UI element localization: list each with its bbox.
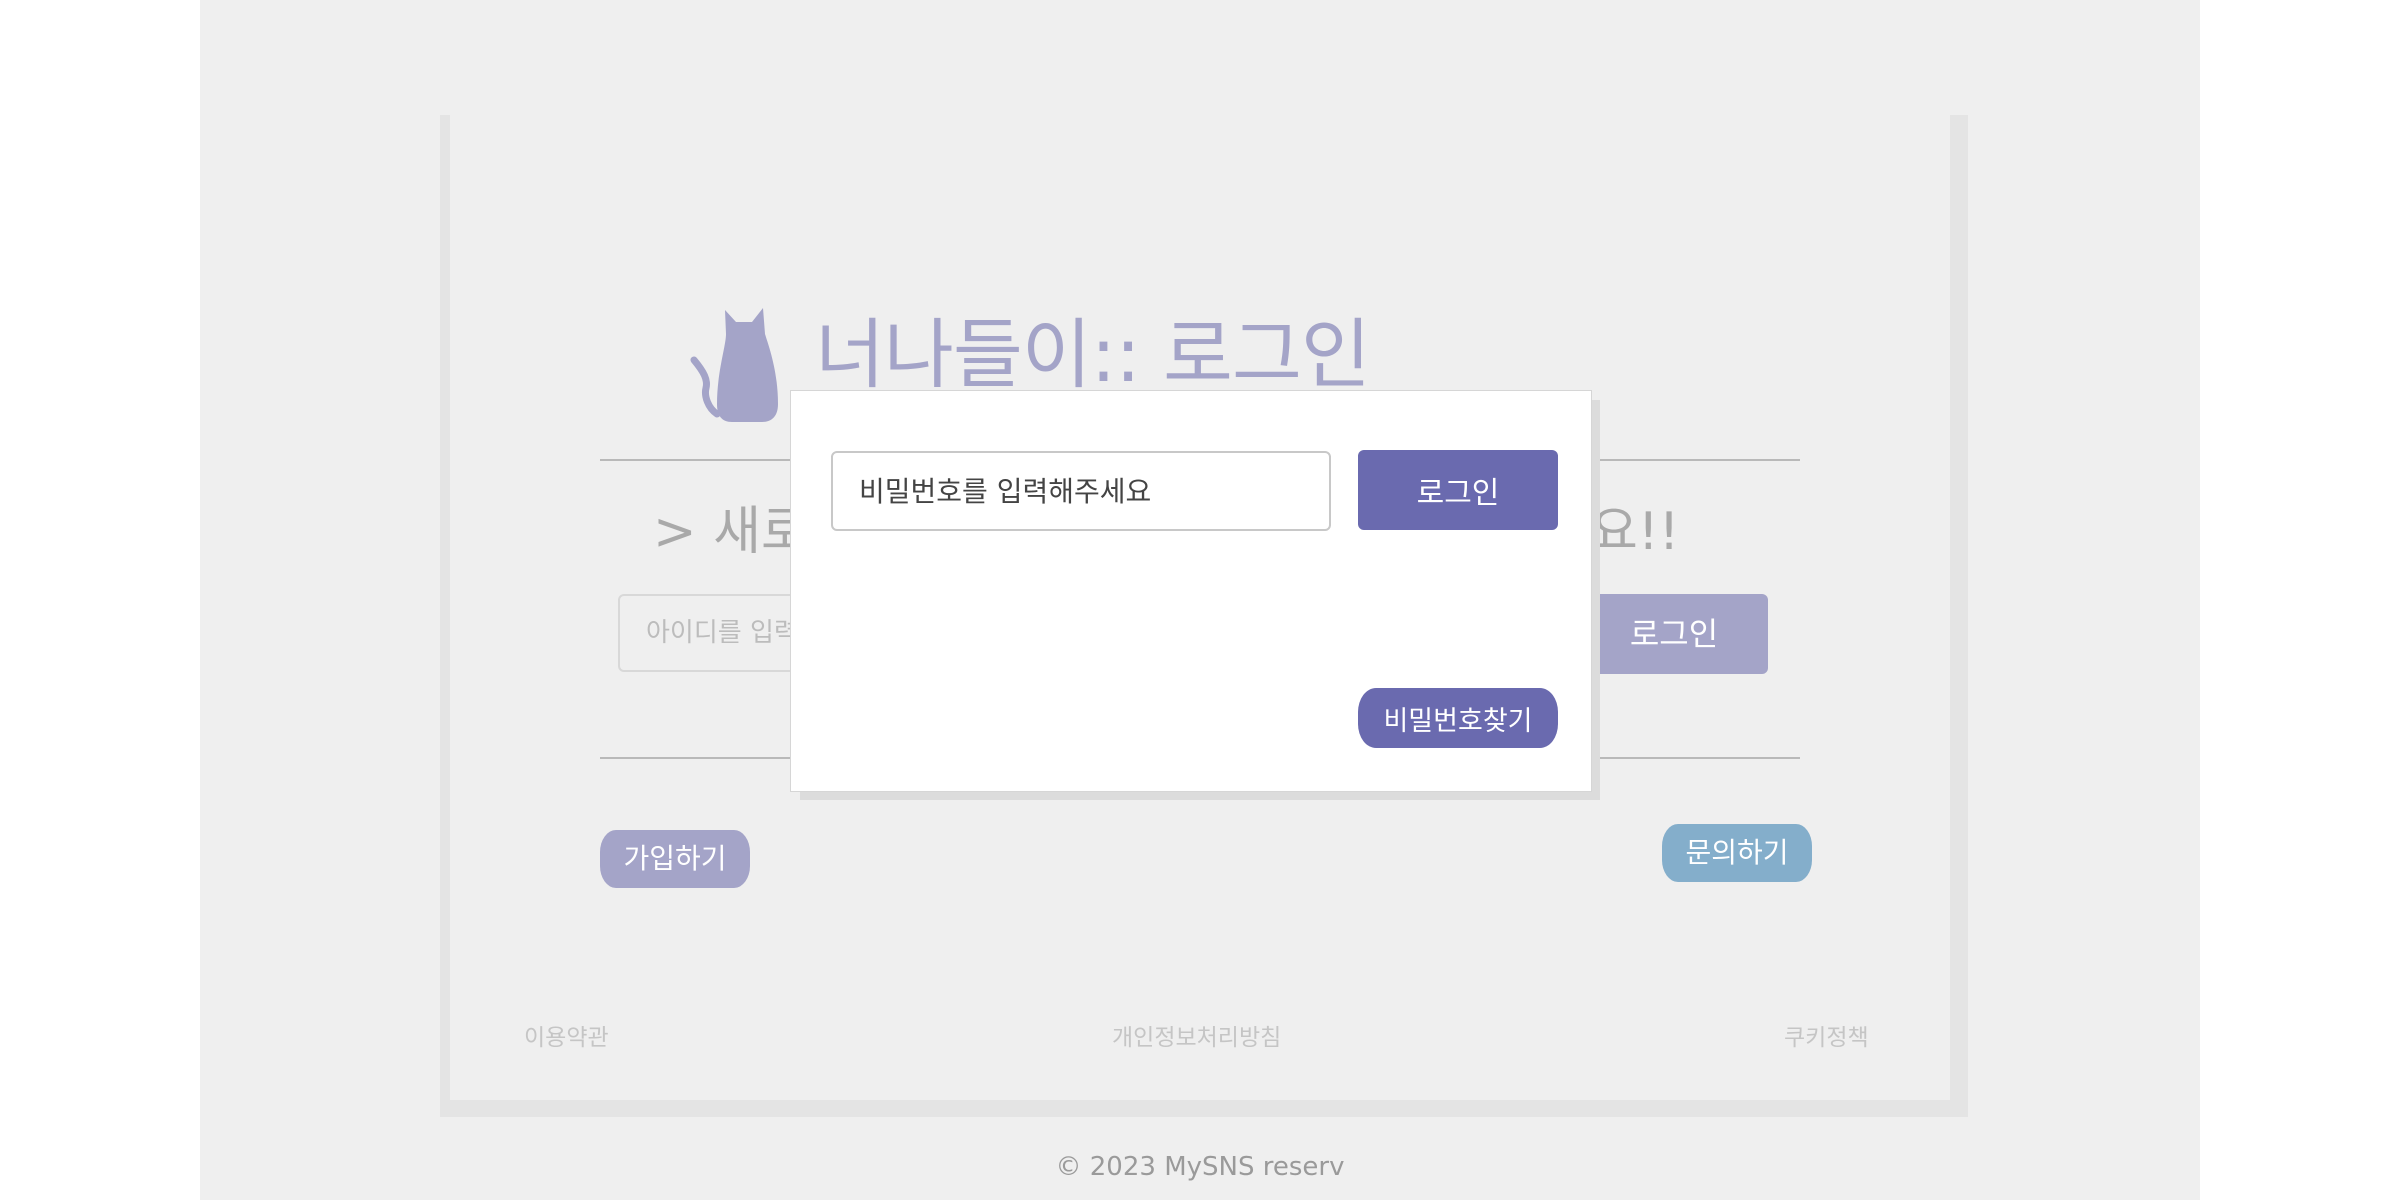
modal-login-button[interactable]: 로그인	[1358, 450, 1558, 530]
inquiry-button[interactable]: 문의하기	[1662, 824, 1812, 882]
password-input[interactable]	[831, 451, 1331, 531]
subtitle-end: 요!!	[1590, 502, 1680, 562]
signup-button[interactable]: 가입하기	[600, 830, 750, 888]
page-title: 너나들이:: 로그인	[815, 310, 1371, 399]
subtitle-start: > 새로	[653, 502, 809, 562]
find-password-button[interactable]: 비밀번호찾기	[1358, 688, 1558, 748]
privacy-policy-link[interactable]: 개인정보처리방침	[1112, 1022, 1281, 1054]
cookie-policy-link[interactable]: 쿠키정책	[1784, 1022, 1869, 1054]
copyright-text: © 2023 MySNS reserv	[1055, 1152, 1345, 1182]
terms-link[interactable]: 이용약관	[524, 1022, 609, 1054]
cat-icon	[690, 308, 778, 422]
background-login-button[interactable]: 로그인	[1580, 594, 1768, 674]
password-modal: 로그인 비밀번호찾기	[790, 390, 1592, 792]
